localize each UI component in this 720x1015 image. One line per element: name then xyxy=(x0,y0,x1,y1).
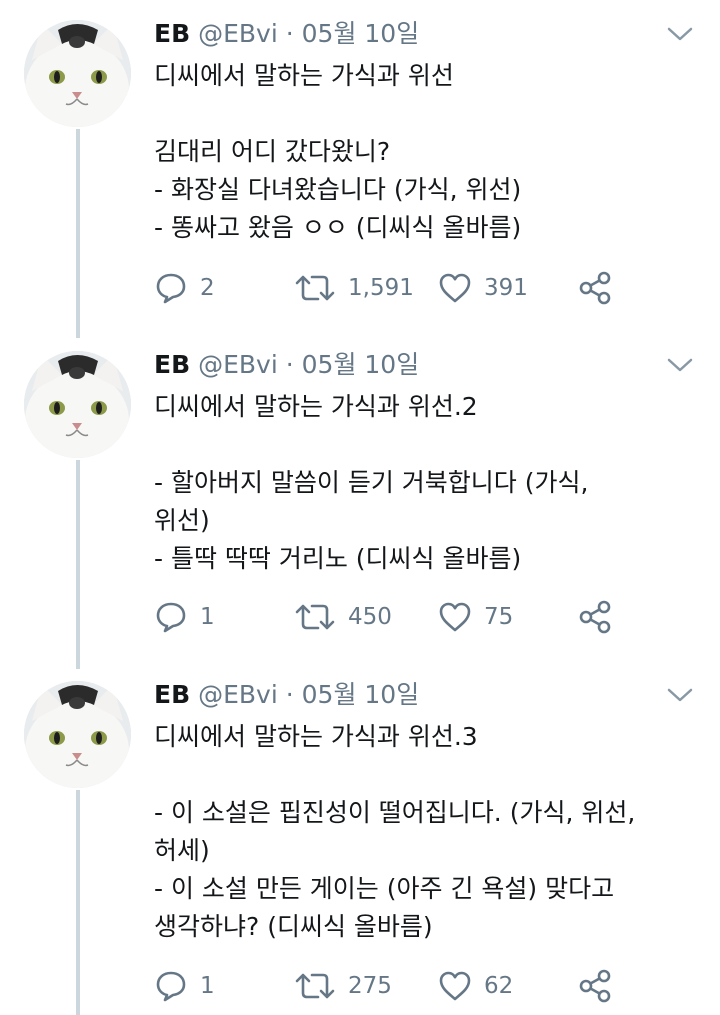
text-line: - 화장실 다녀왔습니다 (가식, 위선) xyxy=(154,175,522,204)
like-count: 75 xyxy=(484,604,514,630)
thread-line xyxy=(76,129,80,338)
heart-icon xyxy=(439,273,471,303)
retweet-button[interactable]: 1,591 xyxy=(294,268,414,308)
author-name[interactable]: EB xyxy=(154,680,190,709)
tweet[interactable]: EB @EBvi · 05월 10일 디씨에서 말하는 가식과 위선.2 - 할… xyxy=(0,331,720,669)
share-button[interactable] xyxy=(578,966,612,1006)
share-icon xyxy=(579,271,611,305)
text-line: 김대리 어디 갔다왔니? xyxy=(154,137,391,166)
author-handle[interactable]: @EBvi xyxy=(198,680,278,709)
action-bar: 1 275 62 xyxy=(154,966,634,1006)
like-button[interactable]: 62 xyxy=(438,966,513,1006)
reply-count: 1 xyxy=(200,604,215,630)
retweet-count: 1,591 xyxy=(348,275,414,301)
thread-line xyxy=(76,790,80,1015)
author-name[interactable]: EB xyxy=(154,19,190,48)
cat-avatar-icon[interactable] xyxy=(24,681,131,788)
author-name[interactable]: EB xyxy=(154,350,190,379)
text-line: - 이 소설은 핍진성이 떨어집니다. (가식, 위선, xyxy=(154,798,636,827)
share-button[interactable] xyxy=(578,597,612,637)
separator-dot: · xyxy=(285,350,294,379)
cat-avatar-icon[interactable] xyxy=(24,351,131,458)
text-line: 위선) xyxy=(154,506,210,535)
tweet[interactable]: EB @EBvi · 05월 10일 디씨에서 말하는 가식과 위선.3 - 이… xyxy=(0,661,720,1015)
retweet-count: 275 xyxy=(348,973,392,999)
reply-count: 2 xyxy=(200,275,215,301)
text-line: 디씨에서 말하는 가식과 위선.2 xyxy=(154,392,478,421)
chevron-down-icon[interactable] xyxy=(666,681,694,709)
heart-icon xyxy=(439,602,471,632)
tweet-text: 디씨에서 말하는 가식과 위선.3 - 이 소설은 핍진성이 떨어집니다. (가… xyxy=(154,718,699,946)
thread-line xyxy=(76,460,80,669)
separator-dot: · xyxy=(285,680,294,709)
separator-dot: · xyxy=(285,19,294,48)
text-line xyxy=(154,426,699,464)
tweet-date[interactable]: 05월 10일 xyxy=(302,19,420,48)
reply-icon xyxy=(156,602,186,633)
reply-button[interactable]: 1 xyxy=(154,597,215,637)
share-icon xyxy=(579,600,611,634)
cat-avatar-icon[interactable] xyxy=(24,20,131,127)
retweet-button[interactable]: 450 xyxy=(294,597,392,637)
text-line: - 이 소설 만든 게이는 (아주 긴 욕설) 맞다고 xyxy=(154,874,615,903)
reply-button[interactable]: 2 xyxy=(154,268,215,308)
text-line xyxy=(154,756,699,794)
like-count: 391 xyxy=(484,275,528,301)
like-button[interactable]: 75 xyxy=(438,597,513,637)
reply-count: 1 xyxy=(200,973,215,999)
tweet-date[interactable]: 05월 10일 xyxy=(302,350,420,379)
tweet-date[interactable]: 05월 10일 xyxy=(302,680,420,709)
tweet[interactable]: EB @EBvi · 05월 10일 디씨에서 말하는 가식과 위선 김대리 어… xyxy=(0,0,720,338)
author-handle[interactable]: @EBvi xyxy=(198,350,278,379)
chevron-down-icon[interactable] xyxy=(666,20,694,48)
text-line xyxy=(154,95,699,133)
text-line: 디씨에서 말하는 가식과 위선.3 xyxy=(154,722,478,751)
tweet-header: EB @EBvi · 05월 10일 xyxy=(154,16,419,52)
action-bar: 2 1,591 391 xyxy=(154,268,634,308)
retweet-icon xyxy=(295,973,335,999)
text-line: 생각하냐? (디씨식 올바름) xyxy=(154,912,433,941)
text-line: - 틀딱 딱딱 거리노 (디씨식 올바름) xyxy=(154,544,522,573)
text-line: 허세) xyxy=(154,836,210,865)
tweet-header: EB @EBvi · 05월 10일 xyxy=(154,347,419,383)
chevron-down-icon[interactable] xyxy=(666,351,694,379)
retweet-button[interactable]: 275 xyxy=(294,966,392,1006)
action-bar: 1 450 75 xyxy=(154,597,634,637)
tweet-header: EB @EBvi · 05월 10일 xyxy=(154,677,419,713)
text-line: - 똥싸고 왔음 ㅇㅇ (디씨식 올바름) xyxy=(154,213,522,242)
text-line: 디씨에서 말하는 가식과 위선 xyxy=(154,61,454,90)
text-line: - 할아버지 말씀이 듣기 거북합니다 (가식, xyxy=(154,468,589,497)
like-button[interactable]: 391 xyxy=(438,268,528,308)
share-icon xyxy=(579,969,611,1003)
like-count: 62 xyxy=(484,973,514,999)
retweet-icon xyxy=(295,275,335,301)
retweet-count: 450 xyxy=(348,604,392,630)
share-button[interactable] xyxy=(578,268,612,308)
heart-icon xyxy=(439,971,471,1001)
author-handle[interactable]: @EBvi xyxy=(198,19,278,48)
tweet-text: 디씨에서 말하는 가식과 위선.2 - 할아버지 말씀이 듣기 거북합니다 (가… xyxy=(154,388,699,578)
retweet-icon xyxy=(295,604,335,630)
reply-button[interactable]: 1 xyxy=(154,966,215,1006)
reply-icon xyxy=(156,971,186,1002)
tweet-text: 디씨에서 말하는 가식과 위선 김대리 어디 갔다왔니? - 화장실 다녀왔습니… xyxy=(154,57,699,247)
reply-icon xyxy=(156,273,186,304)
